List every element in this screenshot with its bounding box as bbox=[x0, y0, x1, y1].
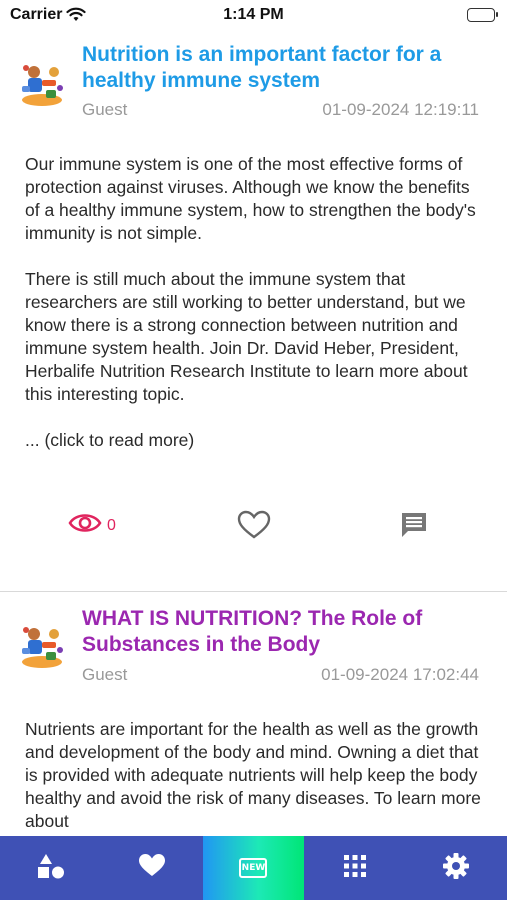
grid-icon bbox=[343, 854, 367, 883]
post-paragraph: There is still much about the immune sys… bbox=[25, 269, 468, 404]
new-icon: NEW bbox=[239, 858, 268, 878]
status-bar: Carrier 1:14 PM bbox=[0, 0, 507, 30]
post-actions: 0 bbox=[0, 506, 507, 546]
views-counter: 0 bbox=[68, 510, 116, 541]
read-more-link[interactable]: ... (click to read more) bbox=[25, 429, 481, 452]
battery-icon bbox=[467, 8, 498, 22]
post-timestamp: 01-09-2024 12:19:11 bbox=[322, 100, 479, 119]
status-time: 1:14 PM bbox=[223, 6, 284, 23]
gear-icon bbox=[442, 852, 470, 885]
post-author: Guest bbox=[82, 100, 128, 119]
post-timestamp: 01-09-2024 17:02:44 bbox=[321, 665, 479, 684]
author-avatar bbox=[18, 622, 66, 670]
comment-icon[interactable] bbox=[399, 510, 429, 545]
tab-apps[interactable] bbox=[304, 836, 405, 900]
news-feed[interactable]: Nutrition is an important factor for a h… bbox=[0, 30, 507, 836]
post-card[interactable]: WHAT IS NUTRITION? The Role of Substance… bbox=[0, 592, 507, 836]
tab-favorites[interactable] bbox=[101, 836, 202, 900]
post-author: Guest bbox=[82, 665, 128, 684]
tab-new[interactable]: NEW bbox=[202, 836, 305, 900]
heart-icon bbox=[138, 853, 166, 883]
views-count: 0 bbox=[107, 516, 116, 534]
post-paragraph: Our immune system is one of the most eff… bbox=[25, 154, 476, 243]
eye-icon bbox=[68, 510, 102, 541]
shapes-icon bbox=[37, 853, 65, 884]
bottom-tab-bar: NEW bbox=[0, 836, 507, 900]
tab-categories[interactable] bbox=[0, 836, 101, 900]
post-title[interactable]: Nutrition is an important factor for a h… bbox=[82, 42, 483, 94]
post-body[interactable]: Our immune system is one of the most eff… bbox=[25, 153, 481, 475]
tab-settings[interactable] bbox=[406, 836, 507, 900]
author-avatar bbox=[18, 60, 66, 108]
post-title[interactable]: WHAT IS NUTRITION? The Role of Substance… bbox=[82, 606, 483, 658]
post-body[interactable]: Nutrients are important for the health a… bbox=[25, 718, 481, 836]
heart-icon[interactable] bbox=[237, 510, 271, 545]
post-paragraph: Nutrients are important for the health a… bbox=[25, 719, 481, 831]
post-card[interactable]: Nutrition is an important factor for a h… bbox=[0, 30, 507, 592]
